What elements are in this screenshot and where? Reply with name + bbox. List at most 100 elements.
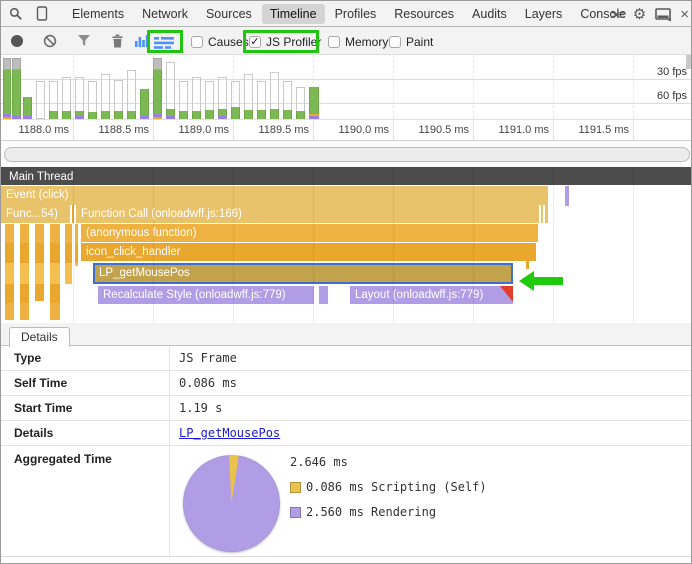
frame-event-click[interactable]: Event (click): [1, 186, 548, 205]
ruler-tick-label: 1189.5 ms: [228, 124, 309, 136]
checkbox-label-memory: Memory: [345, 35, 388, 49]
ruler-tick-label: 1190.0 ms: [308, 124, 389, 136]
gear-icon[interactable]: ⚙: [633, 7, 646, 22]
checkbox-label-paint: Paint: [406, 35, 433, 49]
close-icon[interactable]: ×: [680, 7, 689, 22]
fps-bar-green: [244, 110, 253, 119]
checkbox-causes[interactable]: Causes: [191, 34, 249, 49]
timeline-toolbar: Causes✓JS ProfilerMemoryPaint: [1, 27, 692, 55]
fps-bar-green: [179, 111, 188, 119]
fps-bar-green: [101, 111, 110, 119]
checkbox-box-paint[interactable]: [389, 36, 401, 48]
checkbox-memory[interactable]: Memory: [328, 34, 388, 49]
flame-stripe: [65, 224, 72, 284]
frame-recalculate-style-onloadwff-js-779[interactable]: Recalculate Style (onloadwff.js:779): [98, 286, 314, 304]
fps-bar-green: [283, 110, 292, 119]
tab-resources[interactable]: Resources: [386, 4, 462, 24]
tab-timeline[interactable]: Timeline: [262, 4, 325, 24]
frame-layout-onloadwff-js-779[interactable]: Layout (onloadwff.js:779): [350, 286, 513, 304]
legend-item-0: 0.086 ms Scripting (Self): [290, 480, 487, 494]
fps-bar-green: [127, 111, 136, 119]
legend-swatch: [290, 482, 301, 493]
details-row-details: DetailsLP_getMousePos: [1, 421, 692, 446]
fps-label-60: 60 fps: [637, 90, 687, 102]
checkbox-paint[interactable]: Paint: [389, 34, 433, 49]
details-link[interactable]: LP_getMousePos: [179, 426, 280, 440]
ruler-tick-label: 1188.0 ms: [0, 124, 69, 136]
annotation-box-js-profiler: [243, 30, 319, 53]
tab-layers[interactable]: Layers: [517, 4, 571, 24]
frame-func-54[interactable]: Func...54): [1, 205, 70, 223]
tab-audits[interactable]: Audits: [464, 4, 515, 24]
fps-bar-base: [3, 114, 11, 117]
details-row-self-time: Self Time 0.086 ms: [1, 371, 692, 396]
dock-side-icon[interactable]: [655, 8, 671, 21]
tabbar-right-controls: >≡ ⚙ ×: [611, 1, 689, 27]
trash-icon[interactable]: [111, 34, 126, 49]
flame-stripe: [5, 224, 14, 320]
frame-anonymous-function[interactable]: (anonymous function): [81, 224, 538, 242]
tab-network[interactable]: Network: [134, 4, 196, 24]
record-icon[interactable]: [10, 34, 25, 49]
overview-gridline: [633, 55, 634, 119]
flame-chart[interactable]: Event (click)Func...54) Function Call (on…: [1, 185, 692, 323]
details-row-label: Start Time: [14, 401, 72, 415]
timeline-pan-track: [1, 141, 692, 167]
tab-details[interactable]: Details: [9, 327, 70, 347]
flame-stripe: [35, 224, 44, 301]
flame-stripe: [75, 224, 78, 266]
aggregated-time-pie-chart: [183, 455, 280, 552]
flame-stripe: [50, 224, 60, 320]
fps-bar-base: [309, 114, 319, 116]
tab-sources[interactable]: Sources: [198, 4, 260, 24]
fps-overview-chart[interactable]: 30 fps 60 fps: [1, 55, 692, 119]
panel-tabs: ElementsNetworkSourcesTimelineProfilesRe…: [63, 4, 635, 24]
fps-bar-green: [205, 110, 214, 119]
fps-bar-green: [296, 111, 305, 119]
fps-bar-cap: [153, 58, 162, 70]
main-thread-label: Main Thread: [9, 171, 73, 183]
aggregated-time-label: Aggregated Time: [14, 452, 112, 466]
console-drawer-icon[interactable]: >≡: [611, 8, 624, 21]
annotation-arrow-head: [519, 271, 534, 291]
ruler-tick-label: 1189.0 ms: [148, 124, 229, 136]
ruler-tick: [633, 120, 634, 140]
fps-bar-green: [192, 111, 201, 119]
overview-gridline: [393, 55, 394, 119]
checkbox-box-memory[interactable]: [328, 36, 340, 48]
fps-bar-green: [140, 89, 149, 119]
aggregated-time-row: Aggregated Time 2.646 ms 0.086 ms Script…: [1, 446, 692, 557]
flame-fragment: [539, 205, 541, 223]
frame-lp-getmousepos[interactable]: LP_getMousePos: [93, 263, 513, 284]
clear-icon[interactable]: [43, 34, 58, 49]
flame-fragment: [543, 205, 545, 223]
fps-bar-green: [153, 70, 162, 119]
details-row-value: JS Frame: [179, 351, 237, 365]
overview-gridline: [473, 55, 474, 119]
fps-bar-green: [114, 111, 123, 119]
details-tab-strip: Details: [1, 323, 692, 346]
tab-elements[interactable]: Elements: [64, 4, 132, 24]
filter-icon[interactable]: [77, 34, 92, 49]
frame-frame[interactable]: [319, 286, 328, 304]
fps-bar-green: [62, 111, 71, 119]
main-thread-header[interactable]: Main Thread: [1, 167, 692, 185]
device-mode-icon[interactable]: [31, 3, 53, 25]
tab-profiles[interactable]: Profiles: [327, 4, 385, 24]
legend-text: 2.560 ms Rendering: [306, 505, 436, 519]
details-row-label: Self Time: [14, 376, 67, 390]
aggregated-total-value: 2.646 ms: [290, 455, 348, 469]
frame-function-call-onloadwff-js-166[interactable]: Function Call (onloadwff.js:166): [76, 205, 548, 223]
timeline-pan-thumb[interactable]: [4, 147, 690, 162]
details-row-value: 0.086 ms: [179, 376, 237, 390]
fps-bar-base: [153, 114, 162, 117]
overview-corner: [686, 55, 692, 69]
time-ruler: 1188.0 ms1188.5 ms1189.0 ms1189.5 ms1190…: [1, 119, 692, 141]
flame-fragment: [72, 205, 74, 223]
ruler-tick-label: 1191.5 ms: [548, 124, 629, 136]
frame-icon-click-handler[interactable]: icon_click_handler: [81, 243, 536, 261]
checkbox-box-causes[interactable]: [191, 36, 203, 48]
overview-gridline: [553, 55, 554, 119]
search-icon[interactable]: [5, 3, 27, 25]
details-table: TypeJS FrameSelf Time0.086 msStart Time1…: [1, 346, 692, 564]
